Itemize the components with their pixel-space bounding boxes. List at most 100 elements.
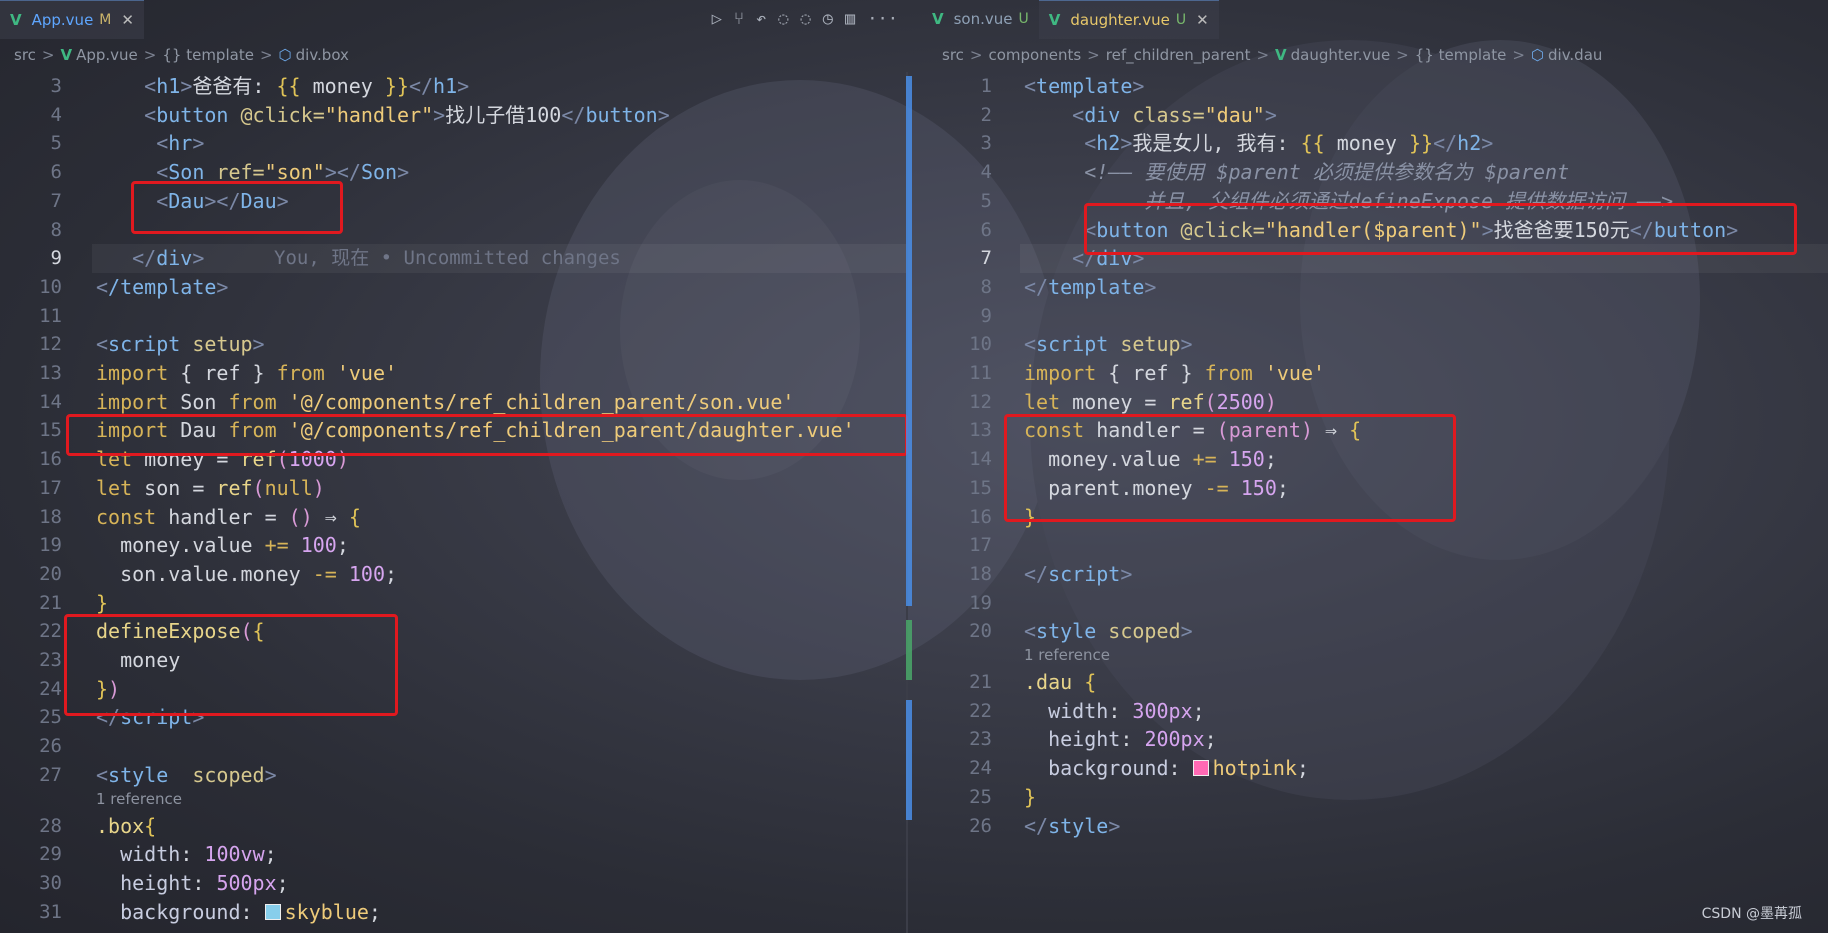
code-line[interactable]: 11 import { ref } from 'vue'	[922, 359, 1828, 388]
code-line[interactable]: 15 import Dau from '@/components/ref_chil…	[0, 416, 908, 445]
code-line[interactable]: 20 <style scoped>	[922, 617, 1828, 646]
color-swatch[interactable]	[264, 903, 281, 920]
code-token: {{	[276, 74, 301, 98]
go-next-icon[interactable]: ◌	[801, 9, 811, 29]
code-line[interactable]: 17	[922, 531, 1828, 560]
breadcrumb-item[interactable]: App.vue	[76, 46, 138, 64]
breadcrumb-item[interactable]: div.box	[296, 46, 349, 64]
code-line[interactable]: 16}	[922, 503, 1828, 532]
timeline-icon[interactable]: ◷	[823, 9, 833, 29]
code-line[interactable]: 11	[0, 302, 908, 331]
run-icon[interactable]: ▷	[712, 9, 722, 29]
line-number: 24	[39, 677, 62, 700]
code-line[interactable]: 9	[922, 302, 1828, 331]
code-line[interactable]: 7 </div>	[922, 244, 1828, 273]
code-line[interactable]: 9 </div> You, 现在 • Uncommitted changes	[0, 244, 908, 273]
code-line[interactable]: 14 import Son from '@/components/ref_chil…	[0, 388, 908, 417]
code-line[interactable]: 25 </script>	[0, 703, 908, 732]
code-line[interactable]: 3 <h1>爸爸有: {{ money }}</h1>	[0, 72, 908, 101]
close-icon[interactable]: ✕	[1196, 11, 1209, 29]
code-line[interactable]: 10 </template>	[0, 273, 908, 302]
source-control-icon[interactable]: ⑂	[734, 9, 744, 29]
color-swatch[interactable]	[1192, 760, 1209, 777]
tab-daughter-vue[interactable]: V daughter.vue U ✕	[1038, 0, 1219, 39]
line-number: 17	[969, 534, 992, 557]
code-line[interactable]: 21}	[0, 589, 908, 618]
code-line[interactable]: 12 <script setup>	[0, 330, 908, 359]
breadcrumb-item[interactable]: {} template	[162, 46, 254, 64]
code-line[interactable]: 31 background: skyblue;	[0, 898, 908, 927]
code-line[interactable]: 24})	[0, 675, 908, 704]
tab-app-vue[interactable]: V App.vue M ✕	[0, 0, 144, 39]
codelens-reference[interactable]: 1 reference	[1024, 646, 1110, 664]
code-line[interactable]: 13 import { ref } from 'vue'	[0, 359, 908, 388]
go-prev-icon[interactable]: ◌	[778, 9, 788, 29]
code-line[interactable]: 1 <template>	[922, 72, 1828, 101]
code-line[interactable]: 10 <script setup>	[922, 330, 1828, 359]
code-line[interactable]: 6 <Son ref="son"></Son>	[0, 158, 908, 187]
code-line[interactable]: 26 </style>	[922, 812, 1828, 841]
code-line[interactable]: 7 <Dau></Dau>	[0, 187, 908, 216]
more-icon[interactable]: ···	[867, 9, 898, 29]
code-token: (	[1204, 389, 1217, 414]
breadcrumb-item[interactable]: daughter.vue	[1291, 46, 1391, 64]
breadcrumb-item[interactable]: ref_children_parent	[1106, 46, 1251, 64]
code-line[interactable]: 19	[922, 589, 1828, 618]
code-line[interactable]: 8 </template>	[922, 273, 1828, 302]
chevron-right-icon: >	[1512, 46, 1525, 64]
code-line[interactable]: 28 .box{	[0, 812, 908, 841]
code-token: money	[300, 74, 385, 98]
code-line[interactable]: 6 <button @click="handler($parent)">找爸爸要…	[922, 216, 1828, 245]
code-line[interactable]: 5 <hr>	[0, 129, 908, 158]
code-line[interactable]: 15 parent.money -= 150;	[922, 474, 1828, 503]
code-line[interactable]: 13 const handler = (parent) ⇒ {	[922, 416, 1828, 445]
code-line[interactable]: 18 const handler = () ⇒ {	[0, 503, 908, 532]
code-line[interactable]: 5 并且, 父组件必须通过defineExpose 提供数据访问 ——>	[922, 187, 1828, 216]
code-token: 'vue'	[1252, 361, 1326, 385]
scrollbar-thumb[interactable]	[906, 76, 912, 606]
code-line[interactable]: 23 height: 200px;	[922, 725, 1828, 754]
breadcrumb-item[interactable]: src	[942, 46, 964, 64]
split-editor-icon[interactable]: ▥	[845, 9, 855, 29]
code-line[interactable]: 23 money	[0, 646, 908, 675]
code-line[interactable]: 16 let money = ref(1000)	[0, 445, 908, 474]
code-token: </	[96, 705, 121, 730]
code-token: >	[657, 102, 670, 127]
go-back-icon[interactable]: ↶	[756, 9, 766, 29]
code-line[interactable]: 21 .dau {	[922, 668, 1828, 697]
line-number: 17	[39, 476, 62, 499]
close-icon[interactable]: ✕	[121, 11, 134, 29]
breadcrumb-item[interactable]: src	[14, 46, 36, 64]
line-number: 1	[980, 75, 992, 97]
code-line[interactable]: 27 <style scoped>	[0, 761, 908, 790]
line-number: 11	[969, 362, 992, 384]
code-line[interactable]: 20 son.value.money -= 100;	[0, 560, 908, 589]
breadcrumb-item[interactable]: div.dau	[1548, 46, 1602, 64]
code-line[interactable]: 17 let son = ref(null)	[0, 474, 908, 503]
code-line[interactable]: 30 height: 500px;	[0, 869, 908, 898]
code-line[interactable]: 3 <h2>我是女儿, 我有: {{ money }}</h2>	[922, 129, 1828, 158]
code-line[interactable]: 12 let money = ref(2500)	[922, 388, 1828, 417]
code-line[interactable]: 19 money.value += 100;	[0, 531, 908, 560]
tab-son-vue[interactable]: V son.vue U	[922, 0, 1039, 38]
breadcrumb-item[interactable]: {} template	[1415, 46, 1507, 64]
code-line[interactable]: 4 <!—— 要使用 $parent 必须提供参数名为 $parent	[922, 158, 1828, 187]
code-line[interactable]: 18 </script>	[922, 560, 1828, 589]
git-change-marker[interactable]	[906, 620, 912, 680]
code-line[interactable]: 4 <button @click="handler">找儿子借100</butt…	[0, 101, 908, 130]
code-line[interactable]: 22 width: 300px;	[922, 697, 1828, 726]
code-line[interactable]: 22 defineExpose({	[0, 617, 908, 646]
code-token: ref	[1168, 389, 1205, 414]
code-line[interactable]: 24 background: hotpink;	[922, 754, 1828, 783]
codelens-reference[interactable]: 1 reference	[96, 790, 182, 808]
code-line[interactable]: 29 width: 100vw;	[0, 840, 908, 869]
scrollbar-thumb-lower[interactable]	[906, 700, 912, 820]
code-line[interactable]: 25}	[922, 783, 1828, 812]
code-line[interactable]: 8	[0, 216, 908, 245]
code-line[interactable]: 14 money.value += 150;	[922, 445, 1828, 474]
code-token: background	[1048, 756, 1169, 781]
breadcrumb-item[interactable]: components	[988, 46, 1081, 64]
code-line[interactable]: 26	[0, 732, 908, 761]
code-line[interactable]: 2 <div class="dau">	[922, 101, 1828, 130]
